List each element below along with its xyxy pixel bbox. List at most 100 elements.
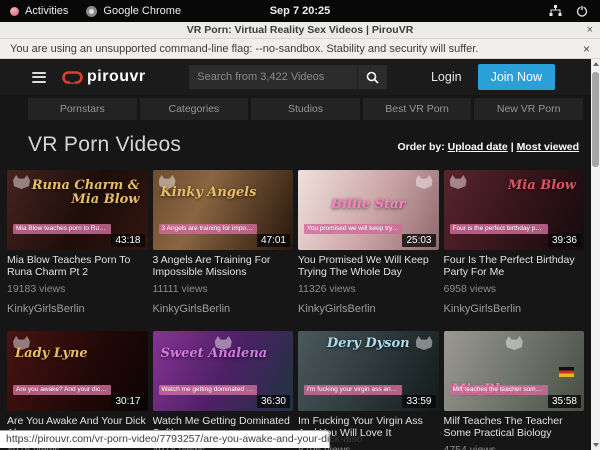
video-title[interactable]: Milf Teaches The Teacher Some Practical … [444, 415, 585, 440]
vr-goggles-icon [62, 71, 83, 84]
thumbnail-caption: Mia Blow teaches porn to Runa Charm pt. … [13, 224, 111, 234]
hamburger-menu-icon[interactable] [32, 70, 46, 85]
thumbnail-caption: 3 Angels are training for impossible mis… [159, 224, 257, 234]
studio-cat-logo-icon [13, 175, 30, 189]
search-button[interactable] [357, 65, 387, 89]
scrollbar-down-arrow[interactable] [591, 440, 600, 450]
video-grid: Runa Charm & Mia Blow Mia Blow teaches p… [7, 170, 584, 450]
thumbnail-overlay-title: Kinky Angels [161, 186, 286, 200]
video-title[interactable]: Four Is The Perfect Birthday Party For M… [444, 254, 585, 279]
nav-item-categories[interactable]: Categories [140, 98, 249, 120]
thumbnail-caption: Four is the perfect birthday party for m… [450, 224, 548, 234]
nav-item-pornstars[interactable]: Pornstars [28, 98, 137, 120]
thumbnail-overlay-title: Lady Lyne [15, 347, 140, 361]
video-thumbnail[interactable]: Mia Blow Four is the perfect birthday pa… [444, 170, 585, 250]
order-by-upload-date-link[interactable]: Upload date [448, 141, 508, 153]
video-card: Mia Blow Four is the perfect birthday pa… [444, 170, 585, 315]
order-by-label: Order by: [397, 141, 444, 153]
video-title[interactable]: You Promised We Will Keep Trying The Who… [298, 254, 439, 279]
search-bar [189, 65, 387, 89]
vertical-scrollbar [591, 59, 600, 450]
browser-viewport: pirouvr Login Join Now Pornstars Categor… [0, 59, 600, 450]
power-icon[interactable] [576, 5, 588, 17]
thumbnail-caption: I'm fucking your virgin ass and you will… [304, 385, 402, 395]
video-duration-badge: 35:58 [548, 395, 581, 408]
nav-item-studios[interactable]: Studios [251, 98, 360, 120]
site-header: pirouvr Login Join Now [0, 59, 591, 95]
search-icon [366, 71, 379, 84]
video-thumbnail[interactable]: Lady Lyne Are you awake? And your dick a… [7, 331, 148, 411]
video-thumbnail[interactable]: Billie Star You promised we will keep tr… [298, 170, 439, 250]
app-menu-google-chrome[interactable]: Google Chrome [86, 5, 181, 17]
scrollbar-up-arrow[interactable] [591, 59, 600, 69]
studio-cat-logo-icon [159, 175, 176, 189]
warning-close-icon[interactable]: × [583, 43, 590, 55]
nav-item-new-vr-porn[interactable]: New VR Porn [474, 98, 583, 120]
video-studio-link[interactable]: KinkyGirlsBerlin [153, 303, 294, 315]
status-url-tooltip: https://pirouvr.com/vr-porn-video/779325… [0, 430, 330, 448]
order-separator: | [511, 141, 514, 153]
thumbnail-caption: Watch me getting dominated softly [159, 385, 257, 395]
nav-item-best-vr-porn[interactable]: Best VR Porn [363, 98, 472, 120]
video-studio-link[interactable]: KinkyGirlsBerlin [444, 303, 585, 315]
thumbnail-caption: Are you awake? And your dick also? [13, 385, 111, 395]
video-thumbnail[interactable]: Mia Blow Milf teaches the teacher some p… [444, 331, 585, 411]
network-icon[interactable] [549, 5, 562, 17]
video-thumbnail[interactable]: Runa Charm & Mia Blow Mia Blow teaches p… [7, 170, 148, 250]
studio-cat-logo-icon [13, 336, 30, 350]
video-thumbnail[interactable]: Dery Dyson I'm fucking your virgin ass a… [298, 331, 439, 411]
video-views: 11326 views [298, 283, 439, 295]
order-by-controls: Order by: Upload date | Most viewed [397, 141, 579, 157]
video-views: 11111 views [153, 283, 294, 295]
video-title[interactable]: Mia Blow Teaches Porn To Runa Charm Pt 2 [7, 254, 148, 279]
video-duration-badge: 39:36 [548, 234, 581, 247]
german-flag-icon [559, 367, 574, 377]
main-nav: Pornstars Categories Studios Best VR Por… [28, 98, 583, 120]
chrome-icon [86, 6, 97, 17]
video-thumbnail[interactable]: Kinky Angels 3 Angels are training for i… [153, 170, 294, 250]
video-duration-badge: 47:01 [257, 234, 290, 247]
activities-button[interactable]: Activities [10, 5, 68, 17]
window-close-icon[interactable]: × [587, 25, 593, 36]
thumbnail-overlay-title: Dery Dyson [306, 337, 431, 351]
thumbnail-overlay-title: Billie Star [306, 198, 431, 212]
studio-cat-logo-icon [416, 175, 433, 189]
studio-cat-logo-icon [215, 336, 232, 350]
video-duration-badge: 30:17 [111, 395, 144, 408]
studio-cat-logo-icon [506, 336, 523, 350]
join-now-button[interactable]: Join Now [478, 64, 555, 90]
video-views: 6958 views [444, 283, 585, 295]
video-views: 19183 views [7, 283, 148, 295]
thumbnail-caption: You promised we will keep trying the who… [304, 224, 402, 234]
thumbnail-overlay-title: Runa Charm & Mia Blow [15, 179, 140, 208]
video-studio-link[interactable]: KinkyGirlsBerlin [298, 303, 439, 315]
order-by-most-viewed-link[interactable]: Most viewed [517, 141, 579, 153]
gnome-top-bar: Activities Google Chrome Sep 7 20:25 [0, 0, 600, 22]
video-duration-badge: 33:59 [402, 395, 435, 408]
video-card: Runa Charm & Mia Blow Mia Blow teaches p… [7, 170, 148, 315]
video-views: 4754 views [444, 444, 585, 450]
video-duration-badge: 36:30 [257, 395, 290, 408]
activities-indicator-icon [10, 7, 19, 16]
window-title: VR Porn: Virtual Reality Sex Videos | Pi… [0, 24, 600, 36]
studio-cat-logo-icon [450, 175, 467, 189]
login-link[interactable]: Login [431, 70, 462, 84]
page-heading-row: VR Porn Videos Order by: Upload date | M… [0, 120, 591, 157]
studio-cat-logo-icon [416, 336, 433, 350]
video-duration-badge: 43:18 [111, 234, 144, 247]
chrome-warning-bar: You are using an unsupported command-lin… [0, 39, 600, 59]
video-title[interactable]: 3 Angels Are Training For Impossible Mis… [153, 254, 294, 279]
site-content: pirouvr Login Join Now Pornstars Categor… [0, 59, 591, 450]
activities-label: Activities [25, 5, 68, 17]
site-logo-text: pirouvr [87, 68, 146, 86]
page-title: VR Porn Videos [28, 133, 181, 157]
scrollbar-thumb[interactable] [592, 72, 599, 167]
thumbnail-overlay-title: Mia Blow [452, 179, 577, 193]
video-card: Mia Blow Milf teaches the teacher some p… [444, 331, 585, 450]
app-menu-label: Google Chrome [103, 5, 181, 17]
video-studio-link[interactable]: KinkyGirlsBerlin [7, 303, 148, 315]
site-logo[interactable]: pirouvr [62, 68, 146, 86]
video-thumbnail[interactable]: Sweet Analena Watch me getting dominated… [153, 331, 294, 411]
search-input[interactable] [189, 65, 357, 89]
window-title-bar: VR Porn: Virtual Reality Sex Videos | Pi… [0, 22, 600, 39]
